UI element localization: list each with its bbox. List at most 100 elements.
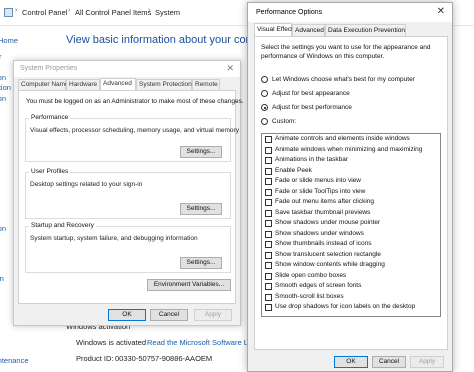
checkbox-label[interactable]: Show translucent selection rectangle [275,251,381,258]
radio-label[interactable]: Adjust for best performance [272,104,352,111]
checkbox-label[interactable]: Smooth-scroll list boxes [275,293,344,300]
checkbox-label[interactable]: Animate windows when minimizing and maxi… [275,146,422,153]
startup-recovery-group: Startup and Recovery System startup, sys… [25,222,231,273]
checkbox-label[interactable]: Show shadows under mouse pointer [275,219,380,226]
checkbox-box[interactable] [265,283,272,290]
checkbox-box[interactable] [265,209,272,217]
apply-button[interactable]: Apply [410,356,444,368]
tab-hardware[interactable]: Hardware [66,79,100,90]
group-description: Desktop settings related to your sign-in [30,181,143,188]
group-title: Startup and Recovery [29,222,96,229]
tab-remote[interactable]: Remote [192,79,220,90]
performance-options-dialog: Performance Options ✕ Visual Effects Adv… [247,2,453,372]
checkbox-box[interactable] [265,272,272,280]
dialog-titlebar[interactable]: Performance Options ✕ [248,3,452,22]
chevron-right-icon: › [15,7,18,14]
system-properties-dialog: System Properties ✕ Computer Name Hardwa… [13,60,244,326]
close-icon[interactable]: ✕ [226,63,234,74]
close-icon[interactable]: ✕ [437,6,445,17]
user-profiles-group: User Profiles Desktop settings related t… [25,168,231,219]
radio-indicator-selected[interactable] [261,104,268,111]
checkbox-box[interactable] [265,262,272,269]
nav-link[interactable]: Execution [0,83,11,92]
nav-link[interactable]: ection [0,94,6,103]
checkbox-box[interactable] [265,241,272,248]
checkbox-box[interactable] [265,188,272,196]
ok-button[interactable]: OK [108,309,146,321]
checkbox-label[interactable]: Show shadows under windows [275,230,364,237]
chevron-right-icon: › [148,7,151,14]
activation-status: Windows is activated [76,338,147,347]
checkbox-label[interactable]: Save taskbar thumbnail previews [275,209,370,216]
breadcrumb-control-panel[interactable]: Control Panel [22,8,67,17]
checkbox-label[interactable]: Fade or slide ToolTips into view [275,188,365,195]
checkbox-box[interactable] [265,178,272,185]
checkbox-label[interactable]: Enable Peek [275,167,312,174]
dialog-titlebar[interactable]: System Properties ✕ [14,61,240,77]
tab-advanced[interactable]: Advanced [292,24,325,36]
tab-visual-effects[interactable]: Visual Effects [254,23,296,36]
user-profiles-settings-button[interactable]: Settings... [180,203,222,215]
group-description: System startup, system failure, and debu… [30,235,198,242]
checkbox-label[interactable]: Smooth edges of screen fonts [275,282,361,289]
apply-button[interactable]: Apply [194,309,232,321]
checkbox-label[interactable]: Show thumbnails instead of icons [275,240,371,247]
breadcrumb-all-items[interactable]: All Control Panel Items [75,8,151,17]
checkbox-box[interactable] [265,199,272,206]
radio-label[interactable]: Adjust for best appearance [272,90,350,97]
checkbox-label[interactable]: Show window contents while dragging [275,261,385,268]
checkbox-box[interactable] [265,146,272,154]
visual-effects-list[interactable]: Animate controls and elements inside win… [261,133,441,317]
checkbox-box[interactable] [265,304,272,311]
admin-note: You must be logged on as an Administrato… [26,98,244,105]
checkbox-box[interactable] [265,230,272,238]
checkbox-box[interactable] [265,136,272,143]
dialog-title: System Properties [20,65,78,72]
dialog-title: Performance Options [256,9,323,16]
checkbox-label[interactable]: Fade or slide menus into view [275,177,361,184]
nav-link[interactable]: ition [0,274,4,283]
checkbox-label[interactable]: Animations in the taskbar [275,156,348,163]
tab-data-execution-prevention[interactable]: Data Execution Prevention [325,24,406,36]
performance-group: Performance Visual effects, processor sc… [25,114,239,162]
group-title: Performance [29,114,71,121]
breadcrumb-system[interactable]: System [155,8,180,17]
environment-variables-button[interactable]: Environment Variables... [147,279,231,291]
nav-link[interactable]: ection [0,73,6,82]
radio-label[interactable]: Custom: [272,118,296,125]
nav-link-home[interactable]: Home [0,36,18,45]
checkbox-label[interactable]: Slide open combo boxes [275,272,346,279]
tab-computer-name[interactable]: Computer Name [18,79,69,90]
checkbox-label[interactable]: Animate controls and elements inside win… [275,135,410,142]
nav-link-maintenance[interactable]: intenance [0,356,29,365]
left-nav-pane: Home r ection Execution ection ection it… [0,26,29,372]
cancel-button[interactable]: Cancel [372,356,406,368]
tab-system-protection[interactable]: System Protection [136,79,192,90]
group-description: Visual effects, processor scheduling, me… [30,127,239,134]
group-title: User Profiles [29,168,71,175]
checkbox-box[interactable] [265,167,272,175]
checkbox-label[interactable]: Fade out menu items after clicking [275,198,374,205]
checkbox-box[interactable] [265,220,272,227]
visual-effects-panel: Select the settings you want to use for … [254,36,448,350]
radio-indicator[interactable] [261,76,268,83]
radio-label[interactable]: Let Windows choose what's best for my co… [272,76,415,83]
radio-indicator[interactable] [261,118,268,125]
cancel-button[interactable]: Cancel [150,309,188,321]
license-terms-link[interactable]: Read the Microsoft Software Lice [147,338,257,347]
checkbox-label[interactable]: Use drop shadows for icon labels on the … [275,303,415,310]
nav-link[interactable]: ection [0,224,6,233]
chevron-right-icon: › [68,7,71,14]
nav-link[interactable]: r [0,52,2,61]
startup-recovery-settings-button[interactable]: Settings... [180,257,222,269]
checkbox-box[interactable] [265,293,272,301]
product-id-label: Product ID: [76,354,114,363]
performance-settings-button[interactable]: Settings... [180,146,222,158]
checkbox-box[interactable] [265,157,272,164]
checkbox-box[interactable] [265,251,272,259]
radio-indicator[interactable] [261,90,268,97]
advanced-tab-panel: You must be logged on as an Administrato… [18,90,244,304]
panel-description: Select the settings you want to use for … [261,44,431,60]
ok-button[interactable]: OK [334,356,368,368]
tab-advanced[interactable]: Advanced [100,78,136,90]
